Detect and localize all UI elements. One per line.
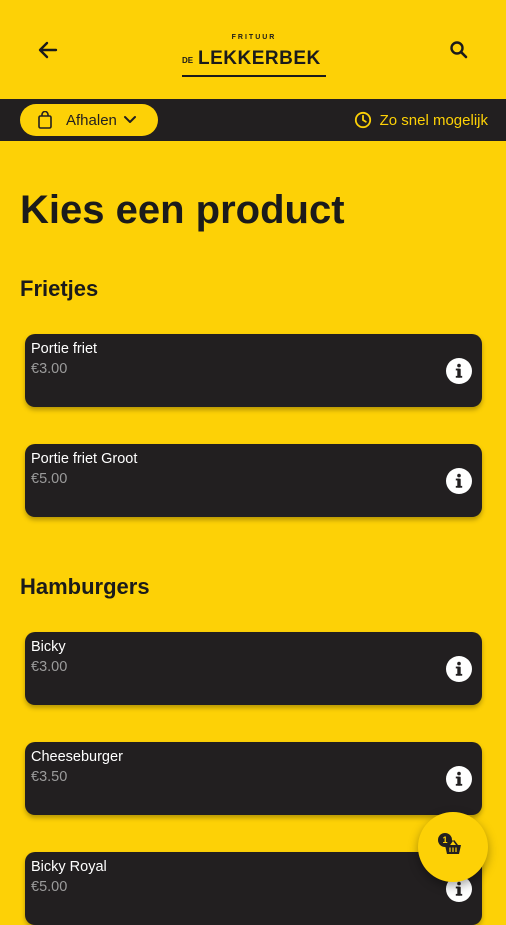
product-price: €5.00 (31, 879, 68, 895)
back-button[interactable] (34, 36, 62, 64)
section-title-hamburgers: Hamburgers (20, 574, 150, 599)
time-selector[interactable]: Zo snel mogelijk (354, 110, 488, 130)
product-name: Bicky (31, 639, 66, 655)
arrow-left-icon (38, 41, 58, 59)
product-card[interactable]: Bicky Royal €5.00 (25, 852, 482, 925)
app-header: FRITUUR DE LEKKERBEK (0, 0, 506, 99)
product-price: €3.00 (31, 361, 68, 377)
info-button[interactable] (446, 468, 472, 494)
basket-button[interactable]: 1 (418, 812, 488, 882)
info-icon (455, 473, 463, 488)
product-name: Portie friet Groot (31, 451, 138, 467)
order-options-bar: Afhalen Zo snel mogelijk (0, 99, 506, 141)
logo-underline (182, 75, 326, 77)
pickup-dropdown[interactable]: Afhalen (20, 104, 158, 136)
info-button[interactable] (446, 766, 472, 792)
product-name: Cheeseburger (31, 749, 123, 765)
basket-icon (444, 840, 462, 856)
product-card[interactable]: Bicky €3.00 (25, 632, 482, 705)
info-icon (455, 363, 463, 378)
shopping-bag-icon (38, 111, 52, 129)
product-card[interactable]: Cheeseburger €3.50 (25, 742, 482, 815)
page-title: Kies een product (20, 188, 345, 232)
product-price: €5.00 (31, 471, 68, 487)
clock-icon (354, 111, 372, 129)
logo-name: LEKKERBEK (198, 48, 321, 69)
info-button[interactable] (446, 656, 472, 682)
product-price: €3.00 (31, 659, 68, 675)
product-name: Bicky Royal (31, 859, 107, 875)
logo-subtitle: FRITUUR (231, 34, 277, 41)
search-button[interactable] (447, 38, 471, 62)
time-label: Zo snel mogelijk (379, 111, 488, 129)
product-card[interactable]: Portie friet €3.00 (25, 334, 482, 407)
info-icon (455, 771, 463, 786)
chevron-down-icon (123, 115, 137, 125)
section-title-frietjes: Frietjes (20, 276, 99, 301)
restaurant-logo: FRITUUR DE LEKKERBEK (182, 34, 326, 80)
pickup-label: Afhalen (66, 111, 117, 129)
product-card[interactable]: Portie friet Groot €5.00 (25, 444, 482, 517)
logo-prefix: DE (182, 56, 194, 65)
info-icon (455, 661, 463, 676)
product-name: Portie friet (31, 341, 98, 357)
product-price: €3.50 (31, 769, 68, 785)
info-button[interactable] (446, 358, 472, 384)
search-icon (450, 41, 468, 59)
